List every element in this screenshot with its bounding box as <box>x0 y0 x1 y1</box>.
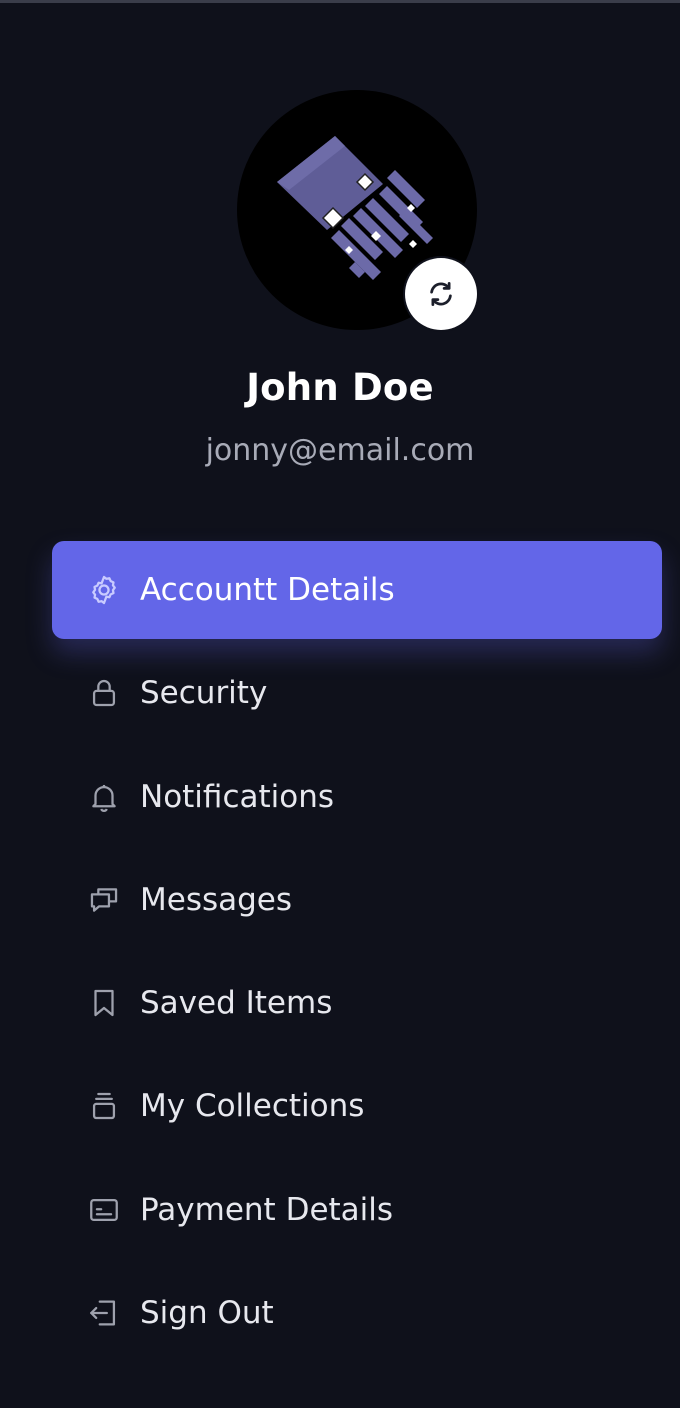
profile-email: jonny@email.com <box>205 433 475 468</box>
refresh-icon <box>430 282 452 306</box>
chat-icon <box>86 882 122 918</box>
credit-card-icon <box>86 1192 122 1228</box>
top-divider <box>0 0 680 3</box>
collection-stack-icon <box>86 1088 122 1124</box>
bell-icon <box>86 779 122 815</box>
gear-icon <box>86 572 122 608</box>
menu-item-label: Accountt Details <box>140 572 395 608</box>
menu-item-label: My Collections <box>140 1088 365 1125</box>
menu-item-payment-details[interactable]: Payment Details <box>52 1161 662 1259</box>
menu-item-sign-out[interactable]: Sign Out <box>52 1264 662 1362</box>
menu-item-label: Saved Items <box>140 985 333 1022</box>
menu-item-label: Notifications <box>140 778 335 815</box>
menu-item-notifications[interactable]: Notifications <box>52 748 662 846</box>
menu-item-label: Sign Out <box>140 1295 274 1332</box>
change-avatar-button[interactable] <box>405 258 477 330</box>
avatar-container <box>237 90 477 330</box>
menu-item-label: Security <box>140 675 268 712</box>
lock-icon <box>86 675 122 711</box>
menu-item-label: Payment Details <box>140 1191 394 1228</box>
menu-item-account-details[interactable]: Accountt Details <box>52 541 662 639</box>
menu-item-saved-items[interactable]: Saved Items <box>52 954 662 1052</box>
account-menu: Accountt Details Security Notifications <box>52 541 662 1367</box>
menu-item-messages[interactable]: Messages <box>52 851 662 949</box>
sign-out-icon <box>86 1295 122 1331</box>
menu-item-label: Messages <box>140 881 293 918</box>
menu-item-security[interactable]: Security <box>52 644 662 742</box>
bookmark-icon <box>86 985 122 1021</box>
menu-item-my-collections[interactable]: My Collections <box>52 1057 662 1155</box>
profile-name: John Doe <box>246 366 434 409</box>
